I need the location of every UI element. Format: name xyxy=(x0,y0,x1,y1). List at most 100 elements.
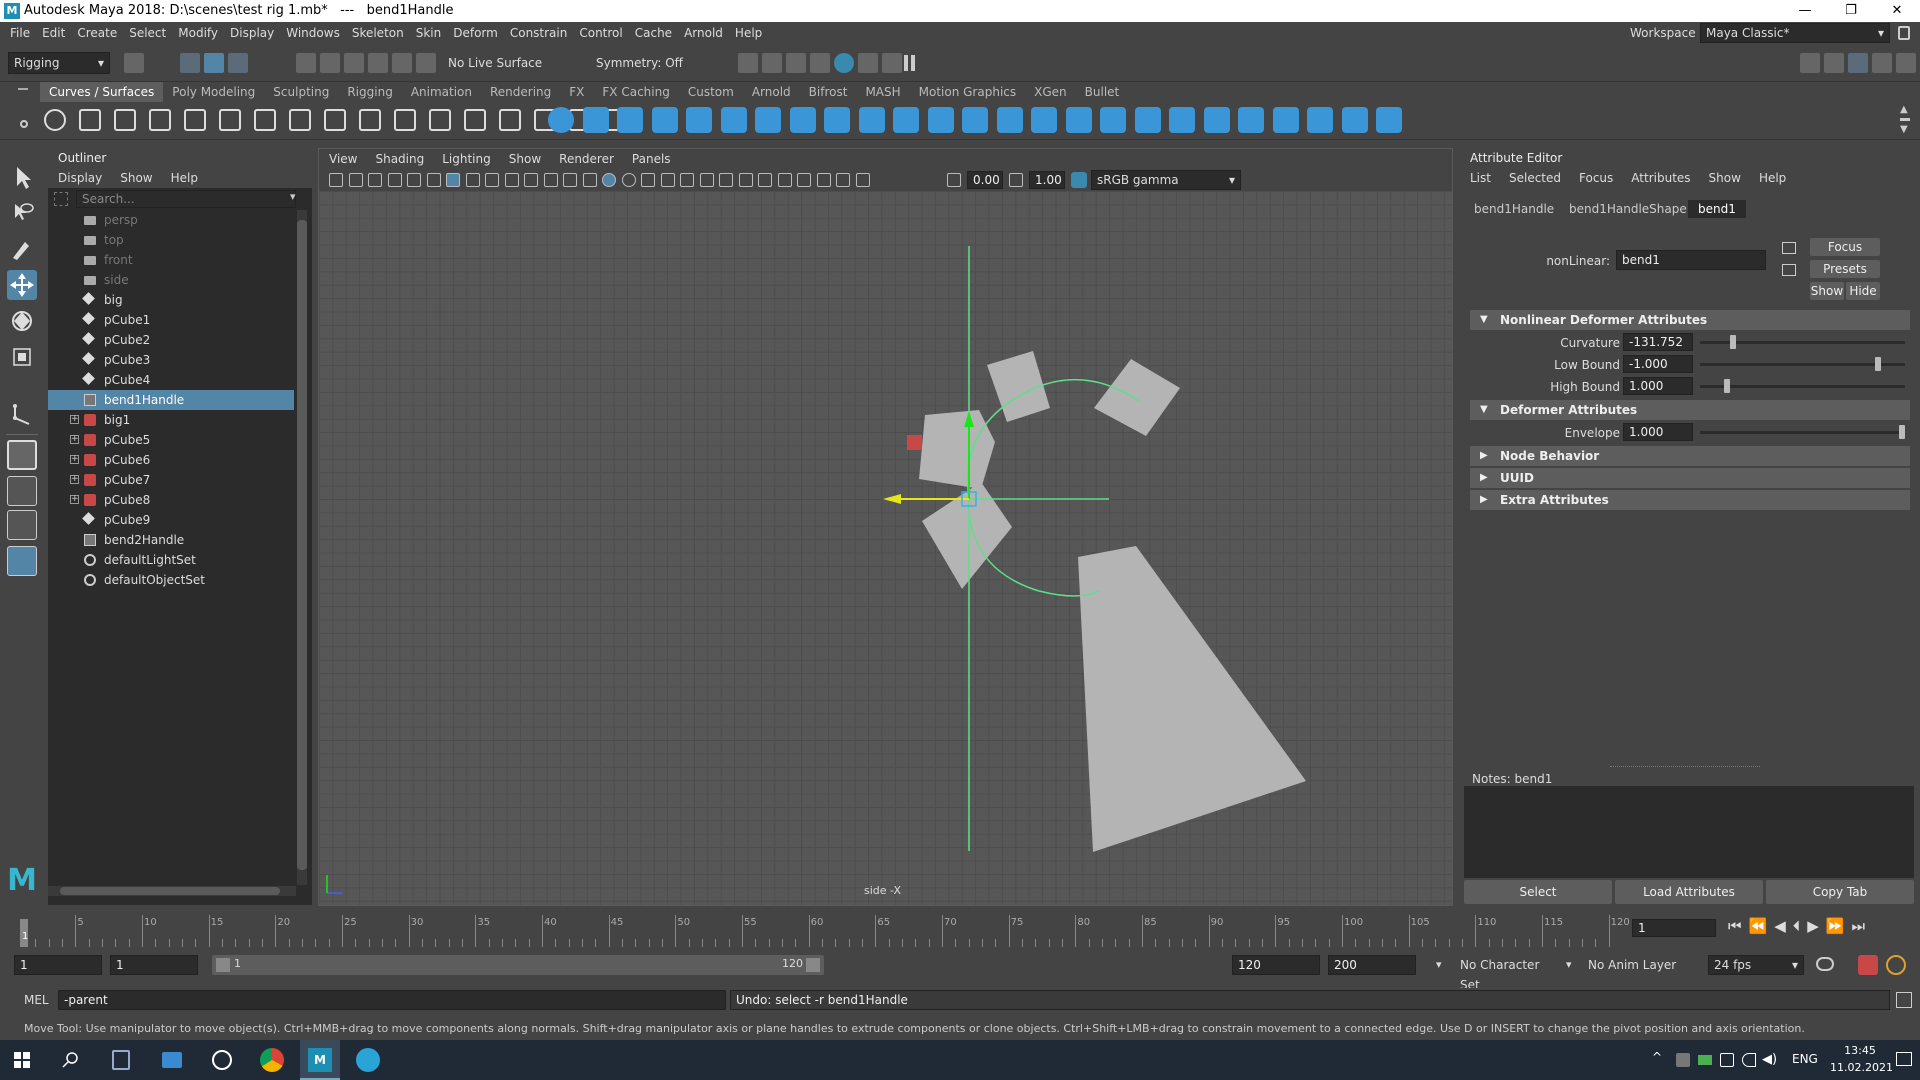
viewport-menu-renderer[interactable]: Renderer xyxy=(559,152,614,166)
curvature-field[interactable]: -131.752 xyxy=(1623,333,1693,351)
anim-layer-label[interactable]: No Anim Layer xyxy=(1588,955,1688,975)
viewport-menu-shading[interactable]: Shading xyxy=(375,152,424,166)
outliner-item-pcube3[interactable]: pCube3 xyxy=(48,350,294,370)
shelf-surface-editing-icon[interactable] xyxy=(1376,107,1402,133)
outliner-item-pcube1[interactable]: pCube1 xyxy=(48,310,294,330)
viewport-image-plane-icon[interactable] xyxy=(387,173,402,187)
shelf-nurbs-cone-icon[interactable] xyxy=(651,107,678,133)
menu-skin[interactable]: Skin xyxy=(410,22,448,44)
viewport-grease-pencil-icon[interactable] xyxy=(426,173,441,187)
shelf-extend-surface-icon[interactable] xyxy=(1203,107,1230,133)
shelf-detach-curves-icon[interactable] xyxy=(359,109,381,131)
play-back-icon[interactable]: ⏴ xyxy=(1793,917,1808,935)
menu-create[interactable]: Create xyxy=(71,22,123,44)
select-object-icon[interactable] xyxy=(204,53,224,73)
outliner-item-pcube4[interactable]: pCube4 xyxy=(48,370,294,390)
input-connection-icon[interactable] xyxy=(1782,242,1796,254)
viewport-resolution-gate-icon[interactable] xyxy=(485,173,499,187)
shelf-nurbs-torus-icon[interactable] xyxy=(720,107,747,133)
network-icon[interactable] xyxy=(1720,1053,1734,1067)
low-bound-field[interactable]: -1.000 xyxy=(1623,355,1693,373)
shelf-rebuild-curve-icon[interactable] xyxy=(499,109,521,131)
viewport-menu-show[interactable]: Show xyxy=(509,152,541,166)
shield-icon[interactable] xyxy=(1676,1053,1690,1067)
shelf-settings-icon[interactable] xyxy=(20,120,28,128)
outliner-menu-show[interactable]: Show xyxy=(120,171,152,185)
outliner-item-big[interactable]: big xyxy=(48,290,294,310)
time-slider[interactable]: 5 10 15 20 25 30 35 40 45 50 55 60 65 70 75 80 85 90 95 100… xyxy=(0,911,1920,951)
lock-icon[interactable] xyxy=(1898,26,1910,40)
shelf-tab-fx[interactable]: FX xyxy=(560,82,593,102)
go-to-start-icon[interactable]: ⏮ xyxy=(1728,917,1749,935)
viewport-default-material-icon[interactable] xyxy=(621,173,636,187)
auto-key-icon[interactable] xyxy=(1858,955,1878,975)
render-setup-icon[interactable] xyxy=(858,53,878,73)
select-component-icon[interactable] xyxy=(228,53,248,73)
render-settings-icon[interactable] xyxy=(738,53,758,73)
envelope-slider-handle[interactable] xyxy=(1899,425,1905,439)
ae-menu-selected[interactable]: Selected xyxy=(1509,171,1561,185)
curvature-slider-handle[interactable] xyxy=(1729,335,1736,349)
outliner-horizontal-scrollbar[interactable] xyxy=(48,886,296,896)
notes-splitter[interactable] xyxy=(1610,766,1760,768)
presets-button[interactable]: Presets xyxy=(1810,260,1880,278)
ae-tab-bend1handle[interactable]: bend1Handle xyxy=(1464,200,1564,218)
viewport-motion-blur-icon[interactable] xyxy=(719,173,733,187)
viewport-canvas[interactable]: side -X xyxy=(319,191,1452,905)
viewport-grid-icon[interactable] xyxy=(446,173,460,187)
shelf-bevel-plus-icon[interactable] xyxy=(1031,107,1057,133)
ae-menu-attributes[interactable]: Attributes xyxy=(1631,171,1690,185)
chevron-down-icon[interactable]: ▾ xyxy=(1436,958,1442,971)
wifi-icon[interactable] xyxy=(1742,1053,1756,1067)
animation-start-field[interactable]: 1 xyxy=(14,955,102,975)
shelf-pencil-curve-icon[interactable] xyxy=(149,109,171,131)
menu-cache[interactable]: Cache xyxy=(629,22,678,44)
ipr-render-icon[interactable] xyxy=(786,53,806,73)
viewport-camera-attributes-icon[interactable] xyxy=(348,173,363,187)
mesh-cube-2[interactable] xyxy=(1094,359,1180,436)
menuset-dropdown[interactable]: Rigging ▾ xyxy=(8,52,110,74)
shelf-planar-icon[interactable] xyxy=(824,107,850,133)
snap-curve-icon[interactable] xyxy=(320,53,340,73)
shelf-boundary-icon[interactable] xyxy=(927,107,954,133)
show-button[interactable]: Show xyxy=(1810,282,1844,300)
focus-button[interactable]: Focus xyxy=(1810,238,1880,256)
viewport-screen-space-ao-icon[interactable] xyxy=(699,173,714,187)
outliner-item-bend2handle[interactable]: bend2Handle xyxy=(48,530,294,550)
mesh-cube-3[interactable] xyxy=(919,410,995,489)
shelf-extend-curve-icon[interactable] xyxy=(429,109,451,131)
clock-date[interactable]: 11.02.2021 xyxy=(1830,1061,1893,1074)
viewport-menu-lighting[interactable]: Lighting xyxy=(442,152,491,166)
tool-settings-toggle-icon[interactable] xyxy=(1872,53,1892,73)
nvidia-icon[interactable] xyxy=(1698,1055,1712,1065)
snap-view-icon[interactable] xyxy=(368,53,388,73)
section-deformer[interactable]: ▼ Deformer Attributes xyxy=(1470,400,1910,420)
outliner-menu-display[interactable]: Display xyxy=(58,171,102,185)
select-button[interactable]: Select xyxy=(1464,880,1612,904)
select-tool-icon[interactable] xyxy=(7,162,37,192)
viewport-use-all-lights-icon[interactable] xyxy=(660,173,675,187)
shelf-tab-motion-graphics[interactable]: Motion Graphics xyxy=(910,82,1026,102)
outliner-vertical-scrollbar[interactable] xyxy=(297,210,307,885)
render-view-icon[interactable] xyxy=(810,53,830,73)
section-node-behavior[interactable]: ▶ Node Behavior xyxy=(1470,446,1910,466)
copy-tab-button[interactable]: Copy Tab xyxy=(1766,880,1914,904)
snap-surface-icon[interactable] xyxy=(392,53,412,73)
shelf-tab-rendering[interactable]: Rendering xyxy=(481,82,560,102)
menu-control[interactable]: Control xyxy=(573,22,628,44)
shelf-insert-isoparm-icon[interactable] xyxy=(1238,107,1264,133)
fps-dropdown[interactable]: 24 fps ▾ xyxy=(1708,955,1804,975)
render-frame-icon[interactable] xyxy=(762,53,782,73)
outliner-item-pcube9[interactable]: pCube9 xyxy=(48,510,294,530)
outliner-item-front[interactable]: front xyxy=(48,250,294,270)
range-end-handle[interactable] xyxy=(806,958,820,972)
shelf-nurbs-sphere-icon[interactable] xyxy=(548,107,574,133)
viewport-safe-action-icon[interactable] xyxy=(543,173,558,187)
menu-skeleton[interactable]: Skeleton xyxy=(346,22,410,44)
paint-select-tool-icon[interactable] xyxy=(7,234,37,264)
color-management-icon[interactable] xyxy=(1071,172,1087,188)
viewport-gate-mask-icon[interactable] xyxy=(504,173,519,187)
expand-plus-icon[interactable]: + xyxy=(70,475,79,484)
high-bound-slider[interactable] xyxy=(1700,385,1905,388)
shelf-tab-mash[interactable]: MASH xyxy=(856,82,909,102)
